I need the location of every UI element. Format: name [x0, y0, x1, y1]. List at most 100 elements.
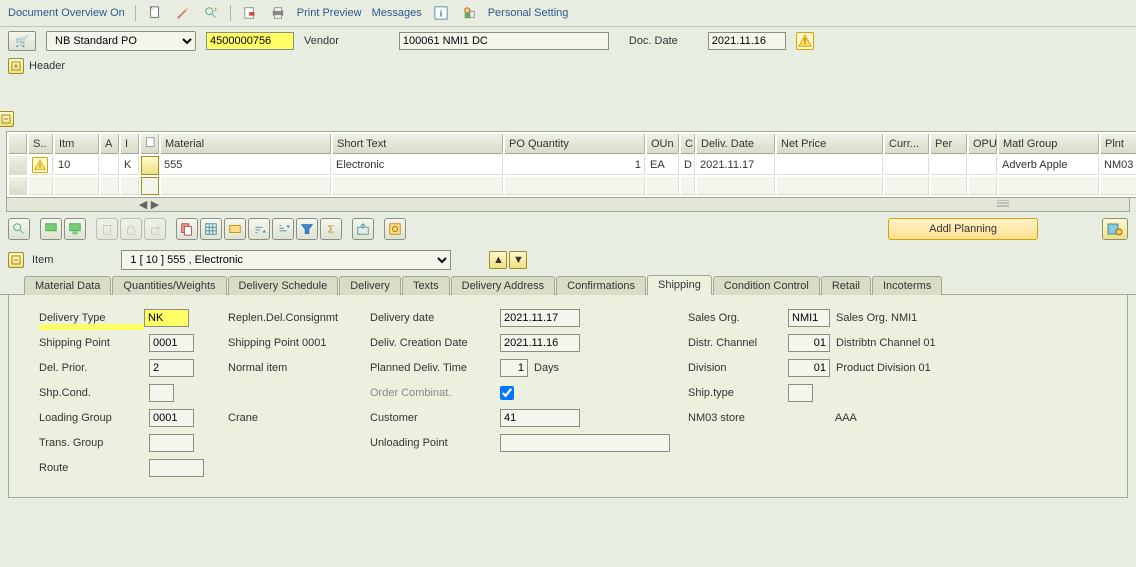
vendor-input[interactable] [399, 32, 609, 50]
col-oun[interactable]: OUn [647, 134, 679, 154]
route-input[interactable] [149, 459, 204, 477]
col-c[interactable]: C [681, 134, 695, 154]
sort-asc-icon[interactable] [248, 218, 270, 240]
copy-icon[interactable] [176, 218, 198, 240]
row-warning-icon: ! [32, 157, 48, 173]
col-material[interactable]: Material [161, 134, 331, 154]
hold-icon[interactable] [241, 4, 259, 22]
customer-label: Customer [370, 412, 500, 424]
messages-button[interactable]: Messages [372, 7, 422, 19]
info-icon[interactable]: i [432, 4, 450, 22]
col-plnt[interactable]: Plnt [1101, 134, 1136, 154]
shipping-point-input[interactable] [149, 334, 194, 352]
division-input[interactable] [788, 359, 830, 377]
settings-icon[interactable] [384, 218, 406, 240]
header-expand-icon[interactable] [8, 58, 24, 74]
item-down-icon[interactable]: ▼ [509, 251, 527, 269]
table-row[interactable] [9, 177, 1136, 195]
detail2-icon[interactable] [64, 218, 86, 240]
col-a[interactable]: A [101, 134, 119, 154]
trans-group-input[interactable] [149, 434, 194, 452]
tab-delivery[interactable]: Delivery [339, 276, 401, 295]
doc-overview-button[interactable]: Document Overview On [8, 7, 125, 19]
personal-icon[interactable] [460, 4, 478, 22]
table-icon[interactable] [200, 218, 222, 240]
delivery-date-label: Delivery date [370, 312, 500, 324]
item-select[interactable]: 1 [ 10 ] 555 , Electronic [121, 250, 451, 270]
col-netprice[interactable]: Net Price [777, 134, 883, 154]
col-status[interactable]: S.. [29, 134, 53, 154]
distr-channel-input[interactable] [788, 334, 830, 352]
sum-icon[interactable]: Σ [320, 218, 342, 240]
print-preview-button[interactable]: Print Preview [297, 7, 362, 19]
tab-incoterms[interactable]: Incoterms [872, 276, 942, 295]
sales-org-label: Sales Org. [688, 312, 788, 324]
display-icon[interactable] [202, 4, 220, 22]
col-qty[interactable]: PO Quantity [505, 134, 645, 154]
deliv-creation-input[interactable] [500, 334, 580, 352]
unlock-icon[interactable] [144, 218, 166, 240]
unloading-input[interactable] [500, 434, 670, 452]
print-icon[interactable] [269, 4, 287, 22]
doc-date-input[interactable] [708, 32, 786, 50]
find-icon[interactable] [8, 218, 30, 240]
col-i[interactable]: I [121, 134, 139, 154]
create-icon[interactable] [146, 4, 164, 22]
tab-delivery-schedule[interactable]: Delivery Schedule [228, 276, 339, 295]
item-detail-expand-icon[interactable] [8, 252, 24, 268]
warning-icon[interactable]: ! [796, 32, 814, 50]
planned-deliv-label: Planned Deliv. Time [370, 362, 500, 374]
addl-planning-button[interactable]: Addl Planning [888, 218, 1038, 240]
tab-material-data[interactable]: Material Data [24, 276, 111, 295]
trans-group-label: Trans. Group [39, 437, 149, 449]
layout-icon[interactable] [224, 218, 246, 240]
loading-group-input[interactable] [149, 409, 194, 427]
table-row[interactable]: ! 10 K 555 Electronic 1 EA D 2021.11.17 … [9, 156, 1136, 175]
col-shorttext[interactable]: Short Text [333, 134, 503, 154]
svg-text:Σ: Σ [328, 224, 335, 236]
detail-icon[interactable] [40, 218, 62, 240]
shipping-point-label: Shipping Point [39, 337, 149, 349]
delivery-type-input[interactable] [144, 309, 189, 327]
sales-org-input[interactable] [788, 309, 830, 327]
po-number-input[interactable] [206, 32, 294, 50]
col-sel[interactable] [9, 134, 27, 154]
col-opu[interactable]: OPU [969, 134, 997, 154]
delivery-date-input[interactable] [500, 309, 580, 327]
planning-gear-icon[interactable] [1102, 218, 1128, 240]
col-matlgroup[interactable]: Matl Group [999, 134, 1099, 154]
route-label: Route [39, 462, 149, 474]
item-overview-expand-icon[interactable] [0, 111, 14, 127]
tab-texts[interactable]: Texts [402, 276, 450, 295]
personal-setting-button[interactable]: Personal Setting [488, 7, 569, 19]
col-curr[interactable]: Curr... [885, 134, 929, 154]
item-up-icon[interactable]: ▲ [489, 251, 507, 269]
delete-icon[interactable] [96, 218, 118, 240]
scroll-left-icon[interactable]: ◀ [137, 199, 149, 211]
tab-confirmations[interactable]: Confirmations [556, 276, 646, 295]
col-itm[interactable]: Itm [55, 134, 99, 154]
col-per[interactable]: Per [931, 134, 967, 154]
customer-input[interactable] [500, 409, 580, 427]
loading-group-label: Loading Group [39, 412, 149, 424]
tab-quantities[interactable]: Quantities/Weights [112, 276, 226, 295]
cart-icon[interactable]: 🛒 [8, 31, 36, 51]
wand-icon[interactable] [174, 4, 192, 22]
lock-icon[interactable] [120, 218, 142, 240]
tab-delivery-address[interactable]: Delivery Address [451, 276, 556, 295]
tab-retail[interactable]: Retail [821, 276, 871, 295]
export-icon[interactable] [352, 218, 374, 240]
order-combinat-checkbox[interactable] [500, 386, 514, 400]
del-prior-input[interactable] [149, 359, 194, 377]
tab-shipping[interactable]: Shipping [647, 275, 712, 295]
filter-icon[interactable] [296, 218, 318, 240]
tab-condition-control[interactable]: Condition Control [713, 276, 820, 295]
planned-deliv-input[interactable] [500, 359, 528, 377]
shp-cond-input[interactable] [149, 384, 174, 402]
scroll-right-icon[interactable]: ▶ [149, 199, 161, 211]
ship-type-input[interactable] [788, 384, 813, 402]
doc-type-select[interactable]: NB Standard PO [46, 31, 196, 51]
col-icon[interactable] [141, 134, 159, 154]
sort-desc-icon[interactable] [272, 218, 294, 240]
col-delivdate[interactable]: Deliv. Date [697, 134, 775, 154]
